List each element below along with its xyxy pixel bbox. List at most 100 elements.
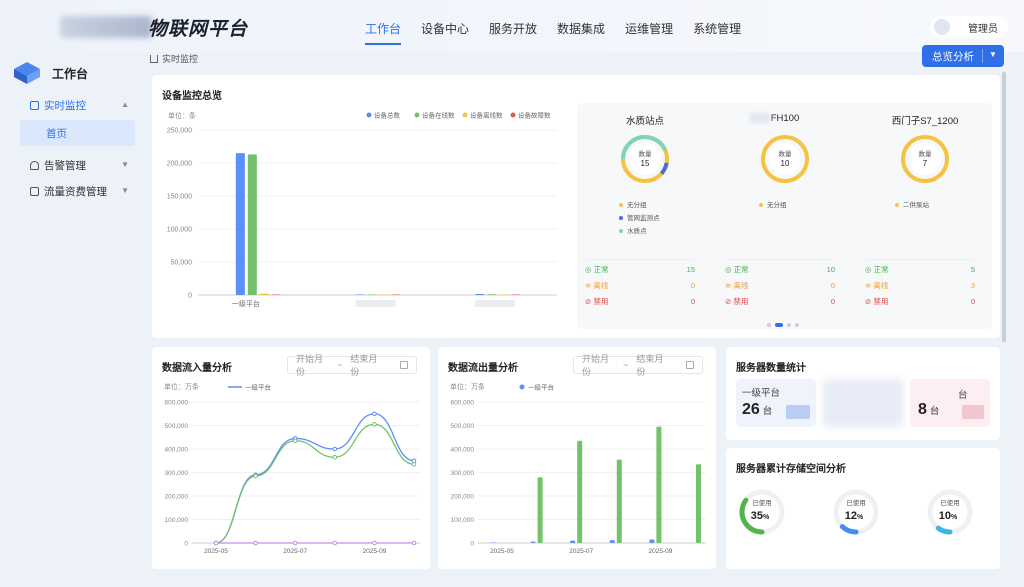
user-name: 管理员 <box>968 23 998 35</box>
bar <box>487 294 497 295</box>
server-stat-label: 一级平台 <box>742 388 781 399</box>
inflow-date-range[interactable]: 开始月份 ~ 结束月份 <box>287 354 417 377</box>
bar <box>259 293 269 295</box>
sidebar-item-alarm[interactable]: 告警管理 ▼ <box>20 152 135 178</box>
legend-marker <box>895 203 899 207</box>
y-tick-label: 200,000 <box>165 494 189 501</box>
overview-analysis-button[interactable]: 总览分析 ▼ <box>922 45 1004 67</box>
y-tick-label: 250,000 <box>167 128 192 135</box>
end-month-input[interactable]: 结束月份 <box>636 352 669 378</box>
legend-label: 设备总数 <box>374 111 401 120</box>
stat-label: ◎ 正常 <box>865 265 889 274</box>
station-stat-row: ◎ 正常 10 <box>725 262 835 278</box>
sidebar-item-label: 流量资费管理 <box>44 185 107 198</box>
x-tick-label: 一级平台 <box>232 299 260 308</box>
stat-label: ◎ 正常 <box>725 265 749 274</box>
sidebar-item-home[interactable]: 首页 <box>20 120 135 146</box>
bar <box>271 294 281 295</box>
station-stat-row: ≋ 离线 0 <box>725 278 835 294</box>
gauge-label: 已使用 <box>752 498 772 507</box>
nav-ops[interactable]: 运维管理 <box>625 20 673 45</box>
x-tick-label: 2025-07 <box>283 548 307 555</box>
data-point <box>411 461 417 467</box>
data-point <box>332 540 338 546</box>
y-tick-label: 0 <box>184 541 188 548</box>
start-month-input[interactable]: 开始月份 <box>582 352 615 378</box>
legend-marker <box>462 112 468 118</box>
caret-down-icon[interactable]: ▼ <box>989 50 997 59</box>
data-point <box>332 446 338 452</box>
storage-gauge: 已使用 35% <box>739 489 785 535</box>
donut-count: 15 <box>641 159 650 168</box>
start-month-input[interactable]: 开始月份 <box>296 352 329 378</box>
legend-item: 水质点 <box>619 225 660 238</box>
y-tick-label: 500,000 <box>451 423 475 430</box>
carousel-dots <box>767 323 799 327</box>
server-stat-unit: 台 <box>929 406 940 417</box>
bar <box>499 294 509 295</box>
y-tick-label: 500,000 <box>165 423 189 430</box>
outflow-date-range[interactable]: 开始月份 ~ 结束月份 <box>573 354 703 377</box>
user-menu[interactable]: 管理员 <box>930 16 1008 38</box>
workbench-icon <box>12 60 42 86</box>
scrollbar[interactable] <box>1002 72 1006 342</box>
data-point <box>372 411 377 417</box>
station-name: 水质站点 <box>625 116 664 127</box>
server-decor-icon <box>962 405 984 419</box>
chevron-down-icon: ▼ <box>121 186 129 195</box>
server-stat-count: 26 <box>742 401 760 418</box>
server-decor-icon <box>786 405 810 419</box>
station-name-blurred <box>750 113 770 123</box>
sidebar-header: 工作台 <box>12 60 88 86</box>
y-tick-label: 400,000 <box>165 447 189 454</box>
sidebar-title: 工作台 <box>52 66 89 81</box>
storage-gauge: 已使用 12% <box>833 489 879 535</box>
stat-value: 10 <box>826 265 835 274</box>
sidebar-item-label: 告警管理 <box>44 159 86 172</box>
overview-card: 设备监控总览 单位：条 设备总数 设备在线数 设备离线数 设备故障数 0 50,000 100… <box>152 75 1000 338</box>
unit-label: 单位：万条 <box>450 382 485 391</box>
end-month-input[interactable]: 结束月份 <box>350 352 383 378</box>
station-donut: 数量 15 <box>621 135 669 183</box>
sidebar-item-label: 实时监控 <box>44 99 86 112</box>
nav-service-open[interactable]: 服务开放 <box>489 20 537 45</box>
bar <box>609 540 615 543</box>
data-point <box>411 540 417 546</box>
sidebar-item-realtime[interactable]: 实时监控 ▲ <box>20 92 135 118</box>
nav-data-integration[interactable]: 数据集成 <box>557 20 605 45</box>
sidebar-item-traffic[interactable]: 流量资费管理 ▼ <box>20 178 135 204</box>
bar <box>656 426 662 543</box>
data-point <box>253 540 258 546</box>
nav-system[interactable]: 系统管理 <box>693 20 741 45</box>
stat-label: ≋ 离线 <box>865 281 889 290</box>
stat-value: 0 <box>690 297 695 306</box>
breadcrumb-current[interactable]: 实时监控 <box>162 52 198 65</box>
stat-value: 5 <box>970 265 975 274</box>
station-name: FH100 <box>770 113 800 124</box>
outflow-bar-chart: 单位：万条 一级平台 0 100,000 200,000 300,000 400,000 50… <box>450 382 706 555</box>
legend-label: 设备离线数 <box>470 111 503 120</box>
nav-workbench[interactable]: 工作台 <box>365 20 402 45</box>
data-point <box>213 540 219 546</box>
logo-blurred <box>60 16 152 38</box>
sidebar: 工作台 实时监控 ▲ 首页 告警管理 ▼ 流量资费管理 ▼ <box>0 52 143 587</box>
station-stat-row: ⊘ 禁用 0 <box>725 294 835 310</box>
stat-value: 15 <box>686 265 695 274</box>
station-name: 西门子S7_1200 <box>891 116 959 127</box>
nav-device-center[interactable]: 设备中心 <box>421 20 469 45</box>
y-tick-label: 200,000 <box>451 494 475 501</box>
storage-ring: 已使用 10% <box>924 486 976 538</box>
divider <box>982 49 983 63</box>
legend-item: 无分组 <box>759 199 787 212</box>
donut-count: 10 <box>781 159 790 168</box>
main-nav: 工作台 设备中心 服务开放 数据集成 运维管理 系统管理 <box>365 20 741 45</box>
y-tick-label: 100,000 <box>165 517 189 524</box>
bar <box>379 294 389 295</box>
server-count-card: 服务器数量统计 一级平台 26 台 台 8 台 <box>726 347 1000 440</box>
bar <box>367 294 377 295</box>
station-stat-row: ≋ 离线 3 <box>865 278 975 294</box>
data-point <box>253 473 258 479</box>
legend-marker <box>619 229 623 233</box>
station-card: 西门子S7_1200 数量 7 二供泵站 ◎ 正常 5 ≋ 离线 3 ⊘ 禁用 0 <box>857 103 993 315</box>
x-tick-label: 2025-09 <box>362 548 386 555</box>
